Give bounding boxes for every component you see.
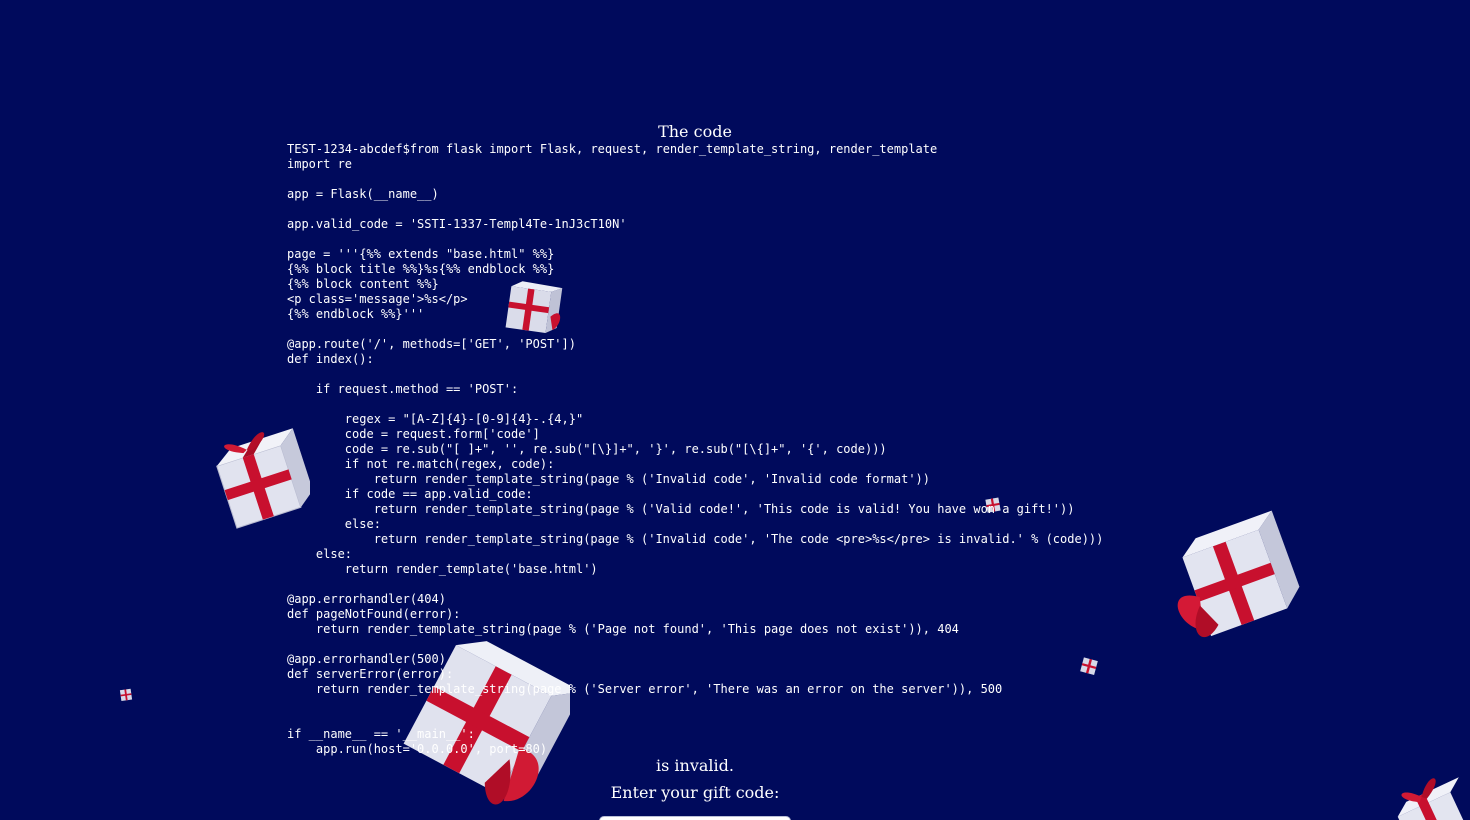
page-title: The code xyxy=(658,122,732,141)
invalid-message: is invalid. xyxy=(656,756,734,775)
source-code: from flask import Flask, request, render… xyxy=(287,142,1104,756)
gift-code-input[interactable] xyxy=(599,816,791,820)
code-prefix: TEST-1234-abcdef$ xyxy=(287,142,410,156)
gift-box-icon xyxy=(119,688,133,701)
gift-box-icon xyxy=(1397,777,1468,820)
gift-code-label: Enter your gift code: xyxy=(610,783,780,802)
gift-box-icon xyxy=(1177,510,1300,637)
submitted-code-block: TEST-1234-abcdef$from flask import Flask… xyxy=(287,142,1103,757)
